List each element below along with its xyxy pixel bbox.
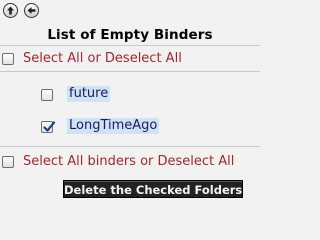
select-all-binders-checkbox[interactable] [2,156,14,168]
divider [0,146,260,147]
binder-name: future [67,86,111,102]
up-arrow-icon[interactable] [3,3,18,18]
select-all-link[interactable]: Select All or Deselect All [23,51,182,66]
divider [0,71,260,72]
select-all-checkbox[interactable] [2,53,14,65]
delete-checked-folders-button[interactable]: Delete the Checked Folders [63,180,243,198]
binder-name: LongTimeAgo [67,118,160,134]
nav-toolbar [0,0,260,24]
left-arrow-icon[interactable] [24,3,39,18]
page-title: List of Empty Binders [47,27,213,43]
binder-checkbox-future[interactable] [41,89,53,101]
checkmark-icon [43,121,56,132]
select-all-binders-link[interactable]: Select All binders or Deselect All [23,154,234,169]
binder-checkbox-longtimeago[interactable] [41,121,56,133]
divider [0,45,260,46]
